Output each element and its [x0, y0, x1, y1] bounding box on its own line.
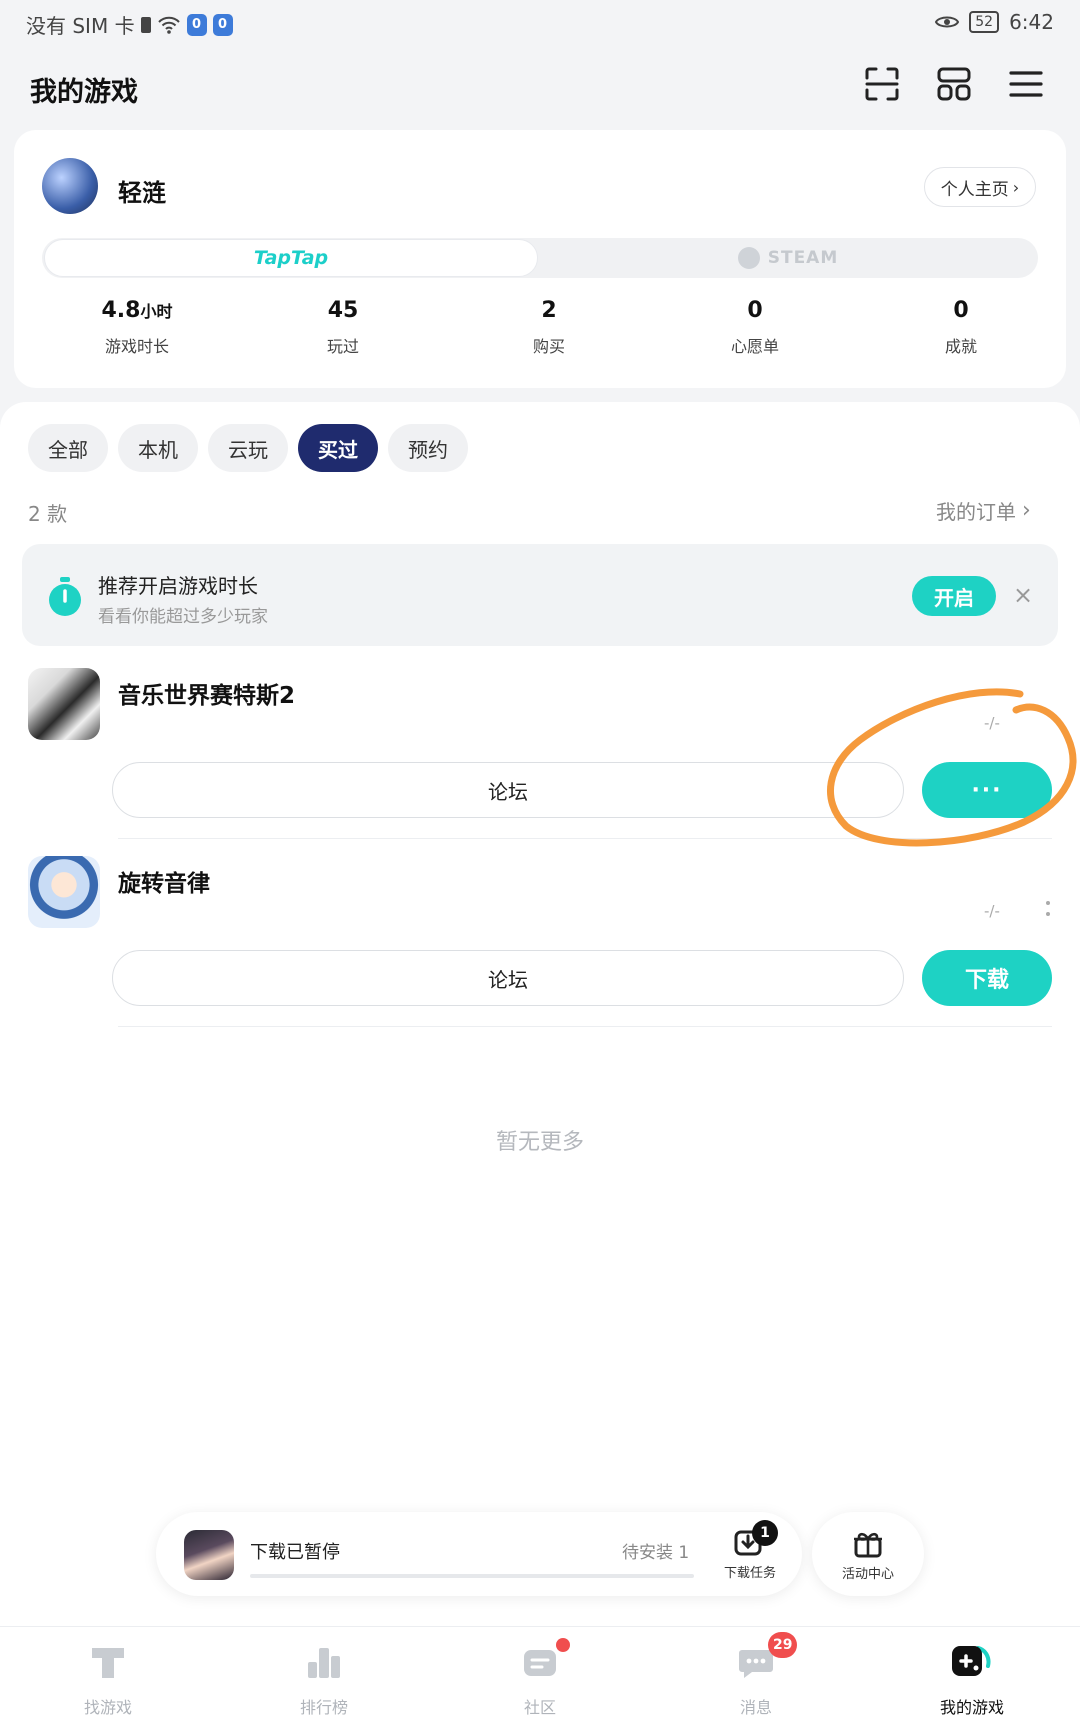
stat-purchased-value: 2 — [541, 298, 557, 323]
my-orders-link[interactable]: 我的订单 › — [936, 496, 1031, 525]
game-meta-2: -/- — [984, 902, 1000, 920]
stat-played[interactable]: 45 玩过 — [253, 298, 433, 357]
tab-taptap[interactable]: TapTap — [44, 239, 538, 277]
avatar[interactable] — [42, 158, 98, 214]
stat-played-label: 玩过 — [326, 337, 359, 356]
activity-center-button[interactable]: 活动中心 — [812, 1512, 924, 1596]
stat-wishlist-value: 0 — [747, 298, 763, 323]
game-icon-2[interactable] — [28, 856, 100, 928]
nav-find-games[interactable]: 找游戏 — [38, 1640, 178, 1718]
stat-achievements[interactable]: 0 成就 — [871, 298, 1051, 357]
stat-achievements-value: 0 — [953, 298, 969, 323]
signal-icon — [140, 16, 151, 33]
stat-purchased-label: 购买 — [532, 337, 565, 356]
nav-community-label: 社区 — [523, 1698, 556, 1717]
gift-icon — [854, 1532, 882, 1557]
nav-ranking-label: 排行榜 — [299, 1698, 348, 1717]
hamburger-menu-icon — [1009, 71, 1043, 97]
personal-homepage-label: 个人主页 — [940, 179, 1009, 200]
enable-playtime-button[interactable]: 开启 — [912, 576, 996, 616]
more-options-button[interactable]: ··· — [922, 762, 1052, 818]
pending-install-text: 待安装 1 — [622, 1543, 690, 1563]
nav-messages[interactable]: 29 消息 — [686, 1632, 826, 1718]
find-games-icon — [92, 1648, 124, 1678]
personal-homepage-button[interactable]: 个人主页 › — [924, 167, 1036, 207]
community-notification-dot — [556, 1638, 570, 1652]
download-tasks-label: 下载任务 — [723, 1566, 776, 1581]
grid-layout-icon — [937, 67, 971, 101]
game-title-2[interactable]: 旋转音律 — [118, 864, 210, 898]
nav-my-games-label: 我的游戏 — [939, 1698, 1004, 1717]
nav-messages-label: 消息 — [739, 1698, 772, 1717]
timer-icon — [49, 577, 81, 616]
carrier-text: 没有 SIM 卡 — [26, 14, 135, 38]
page-title: 我的游戏 — [30, 77, 138, 108]
stat-playtime-value: 4.8 — [101, 298, 141, 323]
download-status-text: 下载已暂停 — [250, 1542, 340, 1563]
scan-button[interactable] — [860, 62, 904, 106]
filter-chip-all[interactable]: 全部 — [28, 424, 108, 472]
ranking-icon — [308, 1648, 340, 1678]
divider — [118, 1026, 1052, 1027]
download-button[interactable]: 下载 — [922, 950, 1052, 1006]
username: 轻涟 — [118, 179, 166, 207]
forum-button-1[interactable]: 论坛 — [112, 762, 904, 818]
stat-playtime[interactable]: 4.8小时 游戏时长 — [47, 298, 227, 357]
kebab-menu-icon[interactable] — [1044, 900, 1052, 918]
stat-wishlist-label: 心愿单 — [730, 337, 779, 356]
status-bar: 没有 SIM 卡 0 0 52 6:42 — [0, 0, 1080, 44]
stat-playtime-unit: 小时 — [140, 302, 173, 321]
banner-subtitle: 看看你能超过多少玩家 — [98, 607, 268, 627]
nav-find-games-label: 找游戏 — [83, 1698, 132, 1717]
stat-wishlist[interactable]: 0 心愿单 — [665, 298, 845, 357]
messages-badge: 29 — [768, 1632, 798, 1658]
scan-icon — [865, 67, 899, 101]
forum-button-2[interactable]: 论坛 — [112, 950, 904, 1006]
banner-title: 推荐开启游戏时长 — [98, 574, 258, 598]
filter-chip-local[interactable]: 本机 — [118, 424, 198, 472]
wifi-icon — [157, 16, 180, 34]
clock: 6:42 — [1009, 10, 1054, 34]
chevron-right-icon: › — [1022, 498, 1031, 523]
chevron-right-icon: › — [1012, 177, 1020, 197]
game-count: 2 款 — [28, 502, 68, 526]
close-icon[interactable]: × — [1010, 582, 1036, 608]
my-games-icon — [952, 1646, 991, 1676]
my-orders-label: 我的订单 — [936, 500, 1016, 524]
nav-my-games[interactable]: 我的游戏 — [902, 1640, 1042, 1718]
sim1-badge: 0 — [186, 13, 207, 36]
menu-button[interactable] — [1004, 62, 1048, 106]
filter-chip-purchased[interactable]: 买过 — [298, 424, 378, 472]
community-icon — [524, 1650, 556, 1676]
stat-playtime-label: 游戏时长 — [104, 337, 169, 356]
eye-icon — [935, 16, 960, 28]
sim2-badge: 0 — [212, 13, 233, 36]
nav-ranking[interactable]: 排行榜 — [254, 1640, 394, 1718]
battery-level: 52 — [969, 11, 1000, 33]
download-tasks-button[interactable]: 1 下载任务 — [712, 1520, 788, 1581]
steam-icon — [737, 247, 760, 269]
game-icon-1[interactable] — [28, 668, 100, 740]
nav-community[interactable]: 社区 — [470, 1638, 610, 1718]
activity-center-label: 活动中心 — [841, 1566, 894, 1582]
tab-steam-label: STEAM — [767, 248, 839, 268]
stat-played-value: 45 — [327, 298, 359, 323]
divider — [118, 838, 1052, 839]
stat-purchased[interactable]: 2 购买 — [459, 298, 639, 357]
game-meta-1: -/- — [984, 714, 1000, 732]
game-title-1[interactable]: 音乐世界赛特斯2 — [118, 676, 295, 710]
filter-chip-cloud[interactable]: 云玩 — [208, 424, 288, 472]
download-progress — [250, 1574, 694, 1578]
download-task-badge: 1 — [752, 1520, 778, 1546]
layout-button[interactable] — [932, 62, 976, 106]
tab-steam[interactable]: STEAM — [540, 239, 1036, 277]
filter-chip-reserved[interactable]: 预约 — [388, 424, 468, 472]
stat-achievements-label: 成就 — [944, 337, 977, 356]
download-game-thumbnail — [184, 1530, 234, 1580]
end-of-list-text: 暂无更多 — [495, 1130, 584, 1155]
